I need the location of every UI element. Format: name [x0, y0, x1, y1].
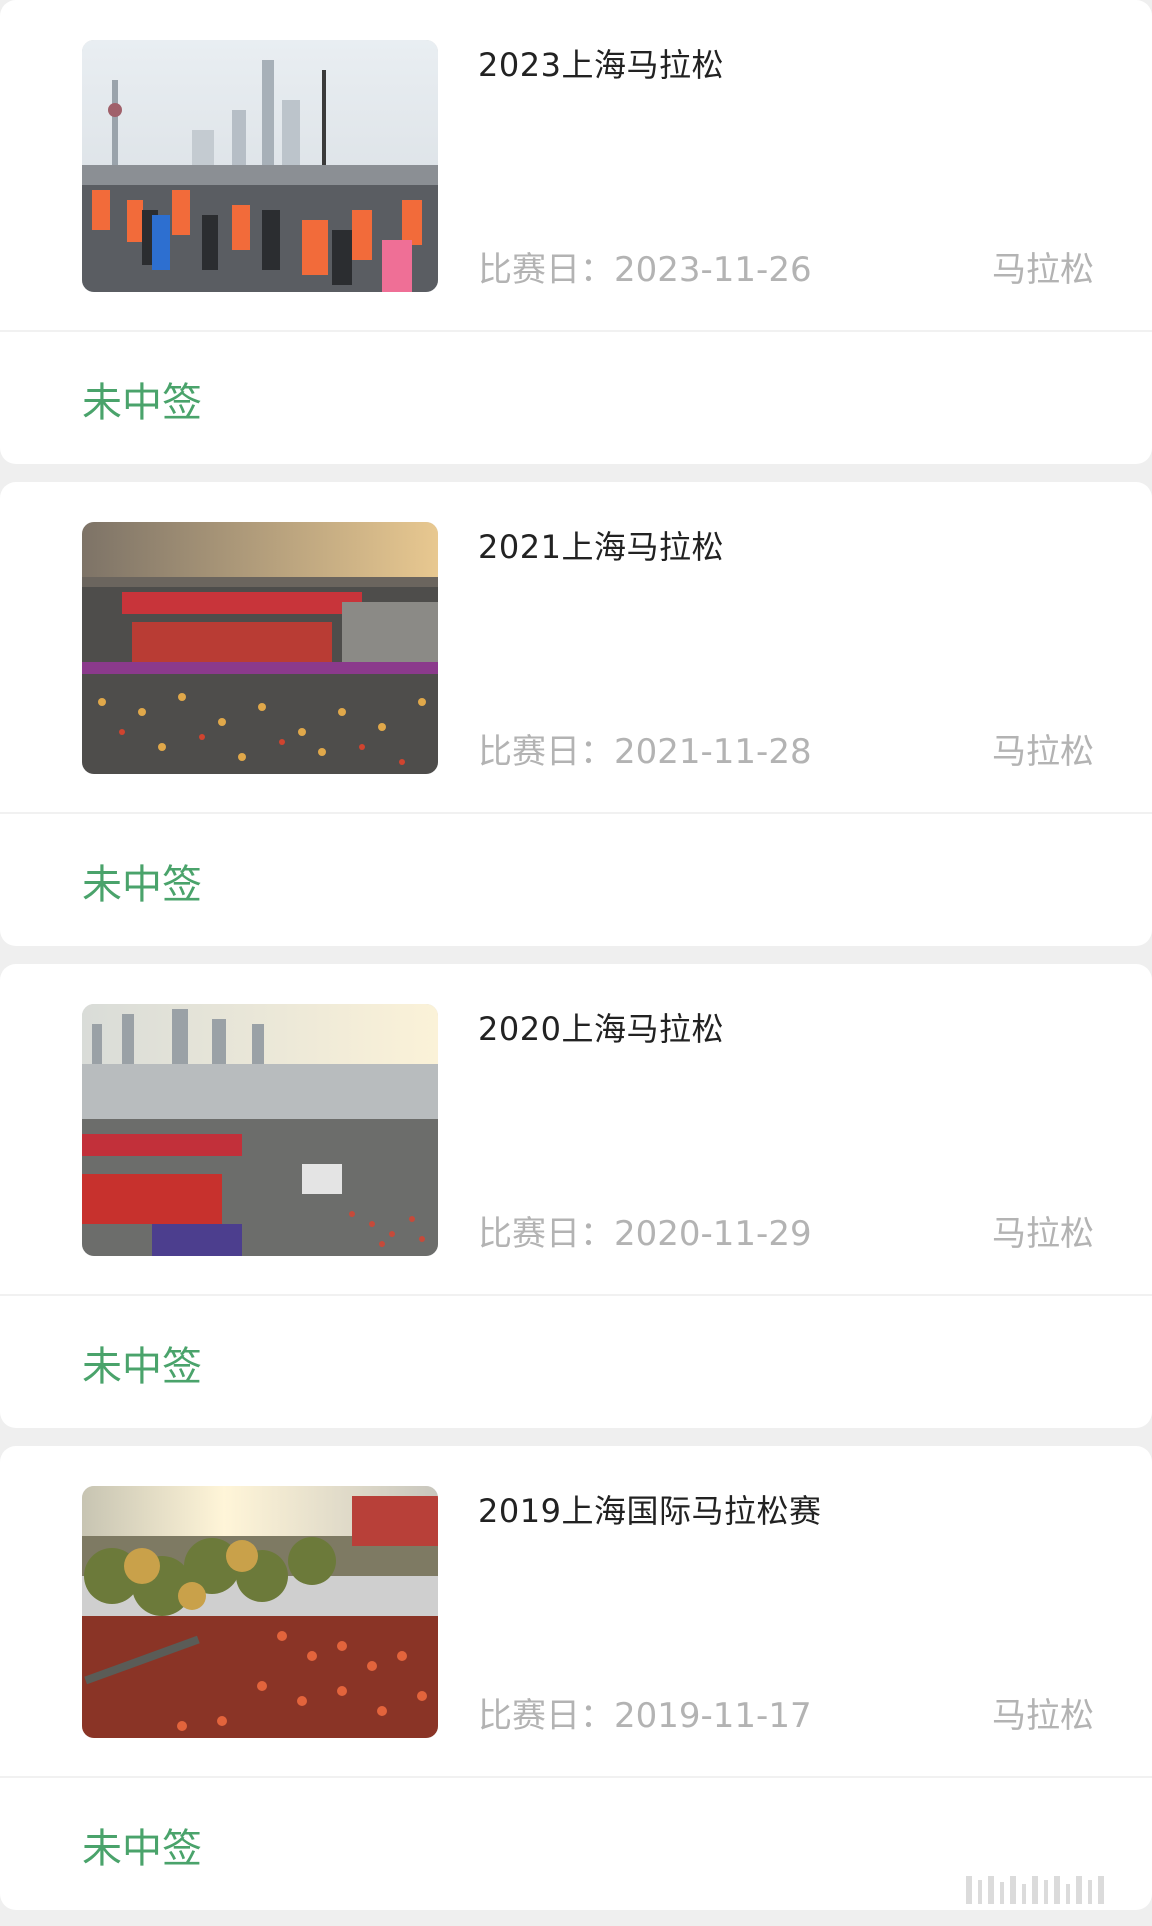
- race-date: 比赛日：2021-11-28: [478, 732, 812, 772]
- lottery-status: 未中签: [82, 1826, 202, 1872]
- race-type: 马拉松: [992, 1696, 1094, 1736]
- race-type: 马拉松: [992, 1214, 1094, 1254]
- race-lottery-list: 2023上海马拉松 比赛日：2023-11-26 马拉松 未中签 2021上海马…: [0, 0, 1152, 1926]
- race-card[interactable]: 2020上海马拉松 比赛日：2020-11-29 马拉松 未中签: [0, 964, 1152, 1428]
- race-thumbnail: [82, 522, 438, 774]
- marathon-bund-photo: [82, 1004, 438, 1256]
- card-divider: [0, 812, 1152, 814]
- race-thumbnail: [82, 40, 438, 292]
- marathon-crowd-photo: [82, 1486, 438, 1738]
- race-date: 比赛日：2020-11-29: [478, 1214, 812, 1254]
- marathon-runners-photo: [82, 40, 438, 292]
- race-date: 比赛日：2019-11-17: [478, 1696, 812, 1736]
- race-type: 马拉松: [992, 732, 1094, 772]
- card-divider: [0, 330, 1152, 332]
- race-thumbnail: [82, 1004, 438, 1256]
- race-card-header[interactable]: 2021上海马拉松 比赛日：2021-11-28 马拉松: [0, 482, 1152, 812]
- watermark-logo-icon: [966, 1876, 1104, 1904]
- race-title: 2023上海马拉松: [478, 46, 724, 84]
- marathon-start-photo: [82, 522, 438, 774]
- race-title: 2020上海马拉松: [478, 1010, 724, 1048]
- race-card-header[interactable]: 2019上海国际马拉松赛 比赛日：2019-11-17 马拉松: [0, 1446, 1152, 1776]
- race-card[interactable]: 2023上海马拉松 比赛日：2023-11-26 马拉松 未中签: [0, 0, 1152, 464]
- card-divider: [0, 1776, 1152, 1778]
- race-card[interactable]: 2021上海马拉松 比赛日：2021-11-28 马拉松 未中签: [0, 482, 1152, 946]
- lottery-status: 未中签: [82, 1344, 202, 1390]
- race-card-header[interactable]: 2020上海马拉松 比赛日：2020-11-29 马拉松: [0, 964, 1152, 1294]
- race-type: 马拉松: [992, 250, 1094, 290]
- race-card[interactable]: 2019上海国际马拉松赛 比赛日：2019-11-17 马拉松 未中签: [0, 1446, 1152, 1910]
- race-card-header[interactable]: 2023上海马拉松 比赛日：2023-11-26 马拉松: [0, 0, 1152, 330]
- lottery-status: 未中签: [82, 380, 202, 426]
- race-title: 2021上海马拉松: [478, 528, 724, 566]
- card-divider: [0, 1294, 1152, 1296]
- race-title: 2019上海国际马拉松赛: [478, 1492, 822, 1530]
- race-date: 比赛日：2023-11-26: [478, 250, 812, 290]
- lottery-status: 未中签: [82, 862, 202, 908]
- race-thumbnail: [82, 1486, 438, 1738]
